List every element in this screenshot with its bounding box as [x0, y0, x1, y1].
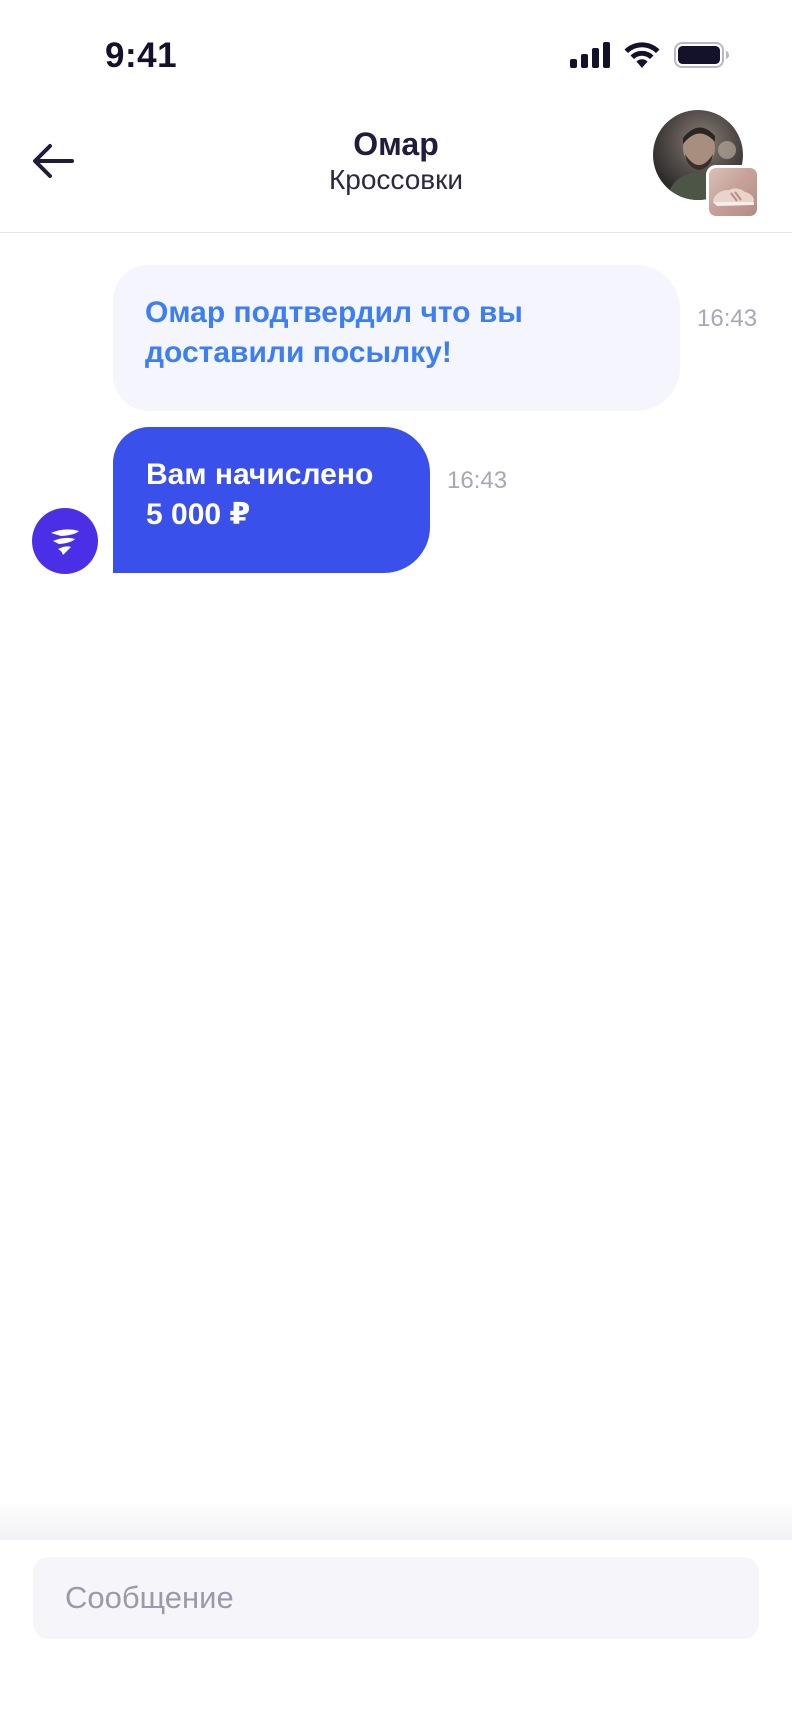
- status-time: 9:41: [105, 36, 178, 75]
- bot-logo-icon: [51, 529, 79, 555]
- bot-avatar: [32, 508, 98, 574]
- message-input[interactable]: [33, 1557, 759, 1639]
- message-time: 16:43: [447, 467, 508, 494]
- chat-avatar-group[interactable]: [653, 110, 763, 220]
- message-text: Омар подтвердил что вы доставили посылку…: [145, 293, 648, 373]
- message-text-line: 5 000 ₽: [146, 498, 251, 531]
- chat-screen: 9:41 Омар Кроссовки Омар подтвердил что …: [0, 0, 792, 1725]
- message-text-line: Вам начислено: [146, 458, 374, 491]
- message-text-line: доставили посылку!: [145, 336, 452, 369]
- message-composer: [0, 1540, 792, 1725]
- reward-message-bubble: Вам начислено 5 000 ₽: [113, 427, 430, 573]
- status-bar: 9:41: [0, 0, 792, 110]
- status-icons: [570, 42, 730, 68]
- system-message-bubble: Омар подтвердил что вы доставили посылку…: [113, 265, 680, 411]
- wifi-icon: [624, 42, 660, 68]
- signal-icon: [570, 42, 610, 68]
- input-divider-shadow: [0, 1500, 792, 1540]
- message-text: Вам начислено 5 000 ₽: [146, 455, 397, 535]
- chat-header: Омар Кроссовки: [0, 110, 792, 233]
- message-list[interactable]: Омар подтвердил что вы доставили посылку…: [0, 233, 792, 1533]
- battery-icon: [674, 42, 729, 68]
- message-text-line: Омар подтвердил что вы: [145, 296, 523, 329]
- message-time: 16:43: [697, 305, 758, 332]
- product-thumbnail: [706, 165, 760, 219]
- sneaker-image: [713, 188, 754, 206]
